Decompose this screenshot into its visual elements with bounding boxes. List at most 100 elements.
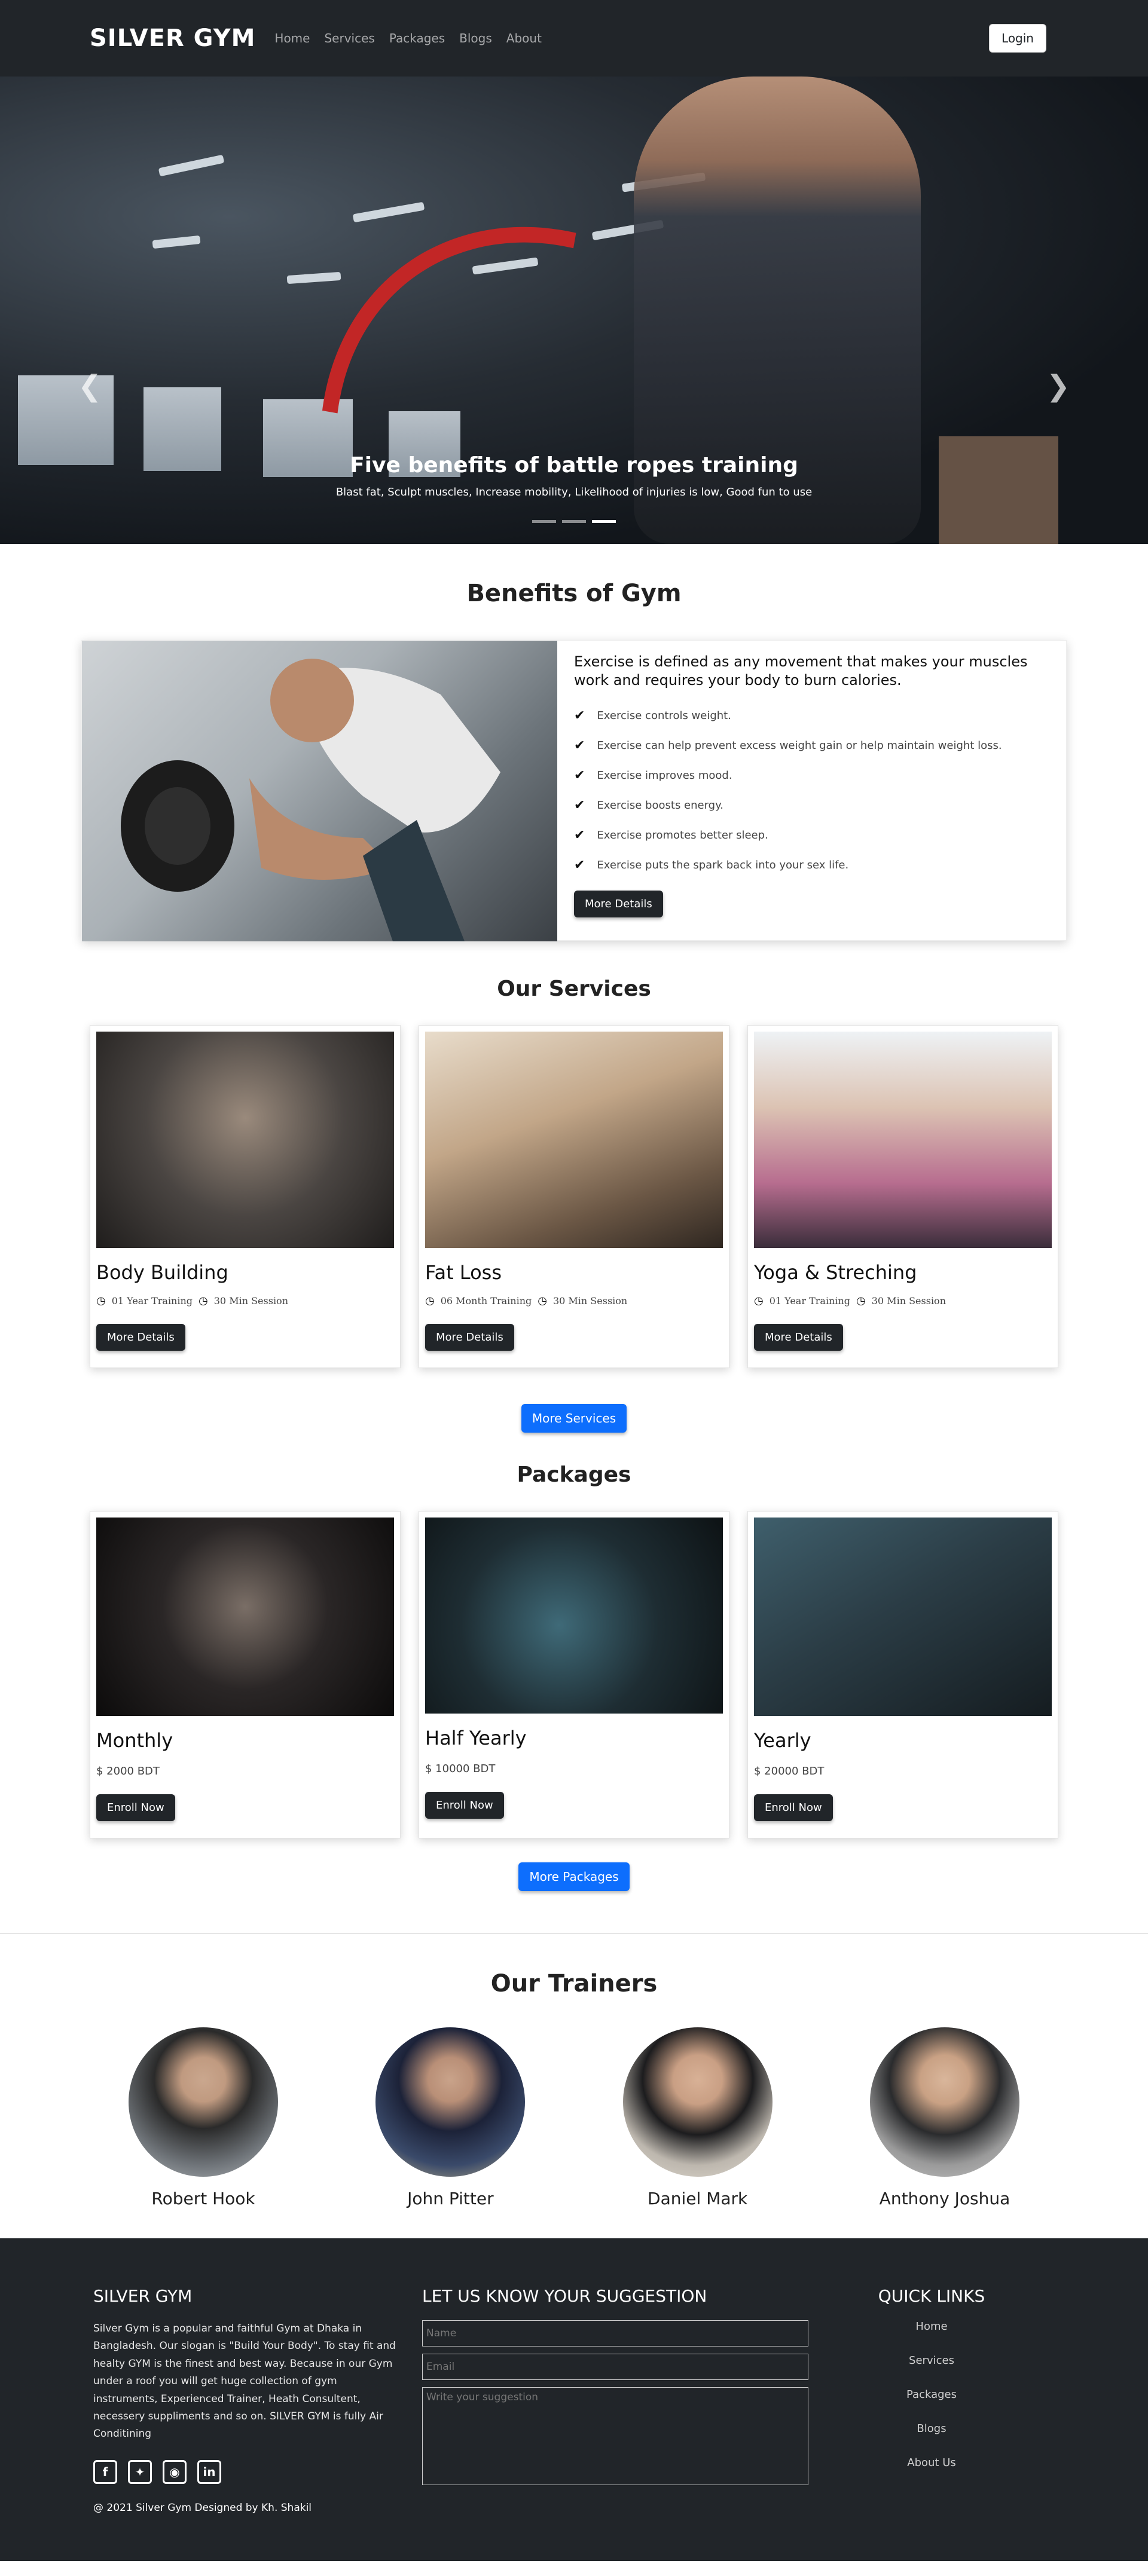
benefits-title: Benefits of Gym	[466, 580, 682, 607]
enroll-now-button[interactable]: Enroll Now	[425, 1792, 504, 1819]
services-row: Body Building ◷ 01 Year Training ◷ 30 Mi…	[90, 1025, 1058, 1368]
enroll-now-button[interactable]: Enroll Now	[754, 1794, 833, 1821]
trainers-row: Robert Hook John Pitter Daniel Mark Anth…	[129, 2027, 1019, 2208]
benefit-text: Exercise improves mood.	[597, 769, 732, 782]
check-icon: ✔	[574, 708, 585, 723]
service-duration: 06 Month Training	[440, 1295, 532, 1307]
brand-logo[interactable]: SILVER GYM	[90, 25, 255, 52]
service-name: Yoga & Streching	[754, 1261, 917, 1284]
carousel-indicator-active[interactable]	[592, 520, 616, 523]
benefits-list: ✔ Exercise controls weight. ✔ Exercise can…	[574, 700, 1049, 880]
benefit-text: Exercise can help prevent excess weight …	[597, 739, 1002, 752]
quick-link-services[interactable]: Services	[808, 2354, 1055, 2367]
linkedin-icon[interactable]: in	[197, 2459, 221, 2484]
clock-icon: ◷	[199, 1295, 208, 1307]
benefit-item: ✔ Exercise boosts energy.	[574, 790, 1049, 820]
clock-icon: ◷	[754, 1295, 764, 1307]
instagram-icon[interactable]: ◉	[163, 2459, 187, 2484]
benefits-body: Exercise is defined as any movement that…	[557, 641, 1066, 940]
service-duration: 01 Year Training	[111, 1295, 193, 1307]
clock-icon: ◷	[538, 1295, 547, 1307]
benefit-text: Exercise puts the spark back into your s…	[597, 858, 849, 871]
name-field[interactable]	[422, 2320, 808, 2346]
chevron-right-icon[interactable]: ❯	[1046, 369, 1070, 403]
benefit-item: ✔ Exercise can help prevent excess weight…	[574, 730, 1049, 760]
footer-suggestion: LET US KNOW YOUR SUGGESTION	[422, 2286, 808, 2561]
trainers-title: Our Trainers	[490, 1970, 658, 1997]
quick-links-title: QUICK LINKS	[878, 2286, 985, 2306]
nav-link-home[interactable]: Home	[274, 31, 310, 45]
service-card-body-building: Body Building ◷ 01 Year Training ◷ 30 Mi…	[90, 1025, 401, 1368]
service-session: 30 Min Session	[213, 1295, 288, 1307]
quick-link-home[interactable]: Home	[808, 2320, 1055, 2333]
service-meta: ◷ 06 Month Training ◷ 30 Min Session	[425, 1295, 723, 1307]
service-card-yoga: Yoga & Streching ◷ 01 Year Training ◷ 30…	[747, 1025, 1058, 1368]
navbar: SILVER GYM Home Services Packages Blogs …	[0, 0, 1148, 77]
twitter-icon[interactable]: ✦	[128, 2459, 152, 2484]
social-links: f ✦ ◉ in	[93, 2459, 398, 2484]
check-icon: ✔	[574, 767, 585, 783]
clock-icon: ◷	[856, 1295, 866, 1307]
enroll-now-button[interactable]: Enroll Now	[96, 1794, 175, 1821]
nav-link-blogs[interactable]: Blogs	[459, 31, 492, 45]
service-card-fat-loss: Fat Loss ◷ 06 Month Training ◷ 30 Min Se…	[419, 1025, 729, 1368]
footer-about-title: SILVER GYM	[93, 2286, 193, 2306]
more-services-wrap: More Services	[0, 1404, 1148, 1433]
service-session: 30 Min Session	[552, 1295, 628, 1307]
email-field[interactable]	[422, 2354, 808, 2380]
section-divider	[0, 1933, 1148, 1934]
benefit-item: ✔ Exercise promotes better sleep.	[574, 820, 1049, 850]
trainer-name: John Pitter	[407, 2189, 494, 2208]
carousel-indicator[interactable]	[562, 520, 586, 523]
clock-icon: ◷	[96, 1295, 106, 1307]
quick-link-blogs[interactable]: Blogs	[808, 2422, 1055, 2435]
check-icon: ✔	[574, 827, 585, 843]
benefit-text: Exercise promotes better sleep.	[597, 828, 768, 842]
benefit-item: ✔ Exercise puts the spark back into your …	[574, 850, 1049, 880]
quick-link-about-us[interactable]: About Us	[808, 2456, 1055, 2469]
ceiling-light	[286, 271, 341, 284]
benefits-more-details-button[interactable]: More Details	[574, 891, 663, 918]
service-more-details-button[interactable]: More Details	[754, 1324, 843, 1351]
clock-icon: ◷	[425, 1295, 435, 1307]
chevron-left-icon[interactable]: ❮	[78, 369, 102, 403]
avatar	[869, 2027, 1019, 2177]
packages-row: Monthly $ 2000 BDT Enroll Now Half Yearl…	[90, 1511, 1058, 1838]
benefit-text: Exercise boosts energy.	[597, 799, 723, 812]
login-button[interactable]: Login	[989, 24, 1046, 53]
package-price: $ 20000 BDT	[754, 1765, 825, 1777]
check-icon: ✔	[574, 797, 585, 813]
check-icon: ✔	[574, 857, 585, 873]
trainer-card: Anthony Joshua	[869, 2027, 1019, 2208]
service-more-details-button[interactable]: More Details	[425, 1324, 514, 1351]
benefits-image	[82, 641, 557, 941]
more-services-button[interactable]: More Services	[521, 1404, 627, 1433]
footer-quick-links: QUICK LINKS Home Services Packages Blogs…	[808, 2286, 1055, 2561]
service-session: 30 Min Session	[871, 1295, 946, 1307]
service-name: Fat Loss	[425, 1261, 502, 1284]
facebook-icon[interactable]: f	[93, 2459, 117, 2484]
benefits-heading: Exercise is defined as any movement that…	[574, 653, 1028, 689]
nav-link-services[interactable]: Services	[324, 31, 374, 45]
package-image	[96, 1518, 394, 1716]
ceiling-light	[152, 235, 201, 249]
package-image	[425, 1518, 723, 1714]
copyright: @ 2021 Silver Gym Designed by Kh. Shakil	[93, 2501, 312, 2514]
carousel-indicator[interactable]	[532, 520, 556, 523]
benefit-item: ✔ Exercise improves mood.	[574, 760, 1049, 790]
service-image	[754, 1032, 1052, 1248]
more-packages-button[interactable]: More Packages	[518, 1862, 630, 1891]
hero-subtitle: Blast fat, Sculpt muscles, Increase mobi…	[335, 486, 813, 498]
quick-link-packages[interactable]: Packages	[808, 2388, 1055, 2401]
suggestion-field[interactable]	[422, 2387, 808, 2485]
nav-links: Home Services Packages Blogs About	[274, 31, 542, 45]
nav-link-packages[interactable]: Packages	[389, 31, 445, 45]
packages-title: Packages	[517, 1463, 631, 1487]
avatar	[622, 2027, 773, 2177]
benefit-item: ✔ Exercise controls weight.	[574, 700, 1049, 730]
avatar	[129, 2027, 278, 2177]
nav-link-about[interactable]: About	[506, 31, 542, 45]
services-title: Our Services	[497, 977, 651, 1001]
trainer-card: Daniel Mark	[622, 2027, 773, 2208]
service-more-details-button[interactable]: More Details	[96, 1324, 185, 1351]
